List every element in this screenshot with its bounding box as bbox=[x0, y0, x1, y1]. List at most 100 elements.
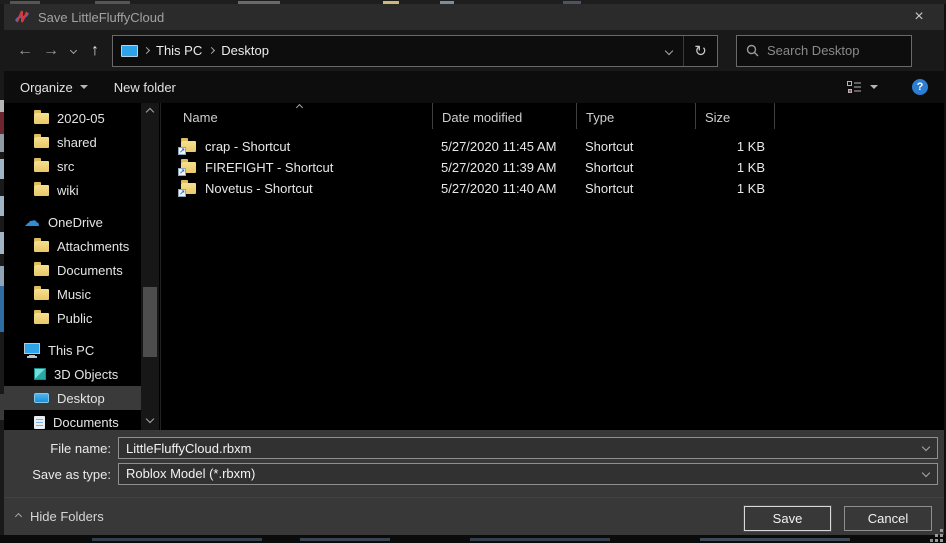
file-list: Name Date modified Type Size ↗ crap - Sh… bbox=[161, 103, 944, 430]
main-content: 2020-05 shared src wiki ☁ OneDrive bbox=[4, 103, 944, 430]
folder-icon bbox=[34, 313, 49, 324]
folder-icon bbox=[34, 289, 49, 300]
document-icon bbox=[34, 416, 45, 429]
date-modified-cell: 5/27/2020 11:45 AM bbox=[432, 139, 576, 154]
save-as-type-select[interactable]: Roblox Model (*.rbxm) bbox=[118, 463, 938, 485]
sidebar-item-music[interactable]: Music bbox=[4, 282, 141, 306]
forward-button[interactable]: → bbox=[38, 38, 64, 64]
sidebar-scrollbar[interactable] bbox=[141, 103, 159, 430]
back-button[interactable]: ← bbox=[12, 38, 38, 64]
sidebar-item-label: OneDrive bbox=[48, 215, 103, 230]
sidebar-item-src[interactable]: src bbox=[4, 154, 141, 178]
scrollbar-thumb[interactable] bbox=[143, 287, 157, 357]
folder-tree-sidebar: 2020-05 shared src wiki ☁ OneDrive bbox=[4, 103, 141, 430]
background-window-sliver-bottom bbox=[0, 535, 946, 543]
sidebar-item-label: Attachments bbox=[57, 239, 129, 254]
title-bar[interactable]: Save LittleFluffyCloud × bbox=[4, 4, 944, 30]
table-row[interactable]: ↗ Novetus - Shortcut 5/27/2020 11:40 AM … bbox=[161, 178, 944, 199]
desktop-icon bbox=[34, 393, 49, 403]
file-name-input[interactable] bbox=[118, 437, 938, 459]
sidebar-item-label: This PC bbox=[48, 343, 94, 358]
file-name-cell: ↗ Novetus - Shortcut bbox=[161, 181, 432, 196]
sidebar-item-2020-05[interactable]: 2020-05 bbox=[4, 106, 141, 130]
file-rows: ↗ crap - Shortcut 5/27/2020 11:45 AM Sho… bbox=[161, 129, 944, 199]
sidebar-item-label: src bbox=[57, 159, 74, 174]
file-name-cell: ↗ crap - Shortcut bbox=[161, 139, 432, 154]
shortcut-arrow-icon: ↗ bbox=[178, 189, 186, 197]
views-dropdown-caret-icon[interactable] bbox=[870, 85, 878, 89]
search-box[interactable] bbox=[736, 35, 912, 67]
close-icon[interactable]: × bbox=[904, 4, 934, 30]
new-folder-button[interactable]: New folder bbox=[114, 80, 176, 95]
background-text-fragment bbox=[92, 538, 262, 541]
background-text-fragment bbox=[300, 538, 390, 541]
save-as-type-value[interactable]: Roblox Model (*.rbxm) bbox=[118, 463, 938, 485]
save-as-type-label: Save as type: bbox=[4, 467, 118, 482]
sidebar-item-label: 2020-05 bbox=[57, 111, 105, 126]
folder-icon bbox=[34, 161, 49, 172]
folder-icon bbox=[34, 185, 49, 196]
sidebar-item-public[interactable]: Public bbox=[4, 306, 141, 330]
shortcut-arrow-icon: ↗ bbox=[178, 168, 186, 176]
background-text-fragment bbox=[700, 538, 850, 541]
date-modified-cell: 5/27/2020 11:40 AM bbox=[432, 181, 576, 196]
this-pc-icon bbox=[121, 45, 138, 57]
help-icon[interactable]: ? bbox=[912, 79, 928, 95]
sidebar-item-label: 3D Objects bbox=[54, 367, 118, 382]
sidebar-item-documents[interactable]: Documents bbox=[4, 258, 141, 282]
file-name-label: File name: bbox=[4, 441, 118, 456]
file-name: FIREFIGHT - Shortcut bbox=[205, 160, 333, 175]
scroll-down-icon[interactable] bbox=[146, 415, 154, 423]
sidebar-item-label: Public bbox=[57, 311, 92, 326]
size-cell: 1 KB bbox=[695, 181, 775, 196]
breadcrumb-this-pc[interactable]: This PC bbox=[149, 36, 209, 66]
refresh-button[interactable]: ↻ bbox=[684, 36, 717, 66]
address-dropdown-button[interactable] bbox=[655, 36, 683, 66]
breadcrumb-desktop[interactable]: Desktop bbox=[214, 36, 276, 66]
file-name: Novetus - Shortcut bbox=[205, 181, 313, 196]
type-cell: Shortcut bbox=[576, 181, 695, 196]
hide-folders-button[interactable]: Hide Folders bbox=[16, 509, 104, 524]
column-header-date-modified[interactable]: Date modified bbox=[432, 103, 576, 129]
sidebar-item-attachments[interactable]: Attachments bbox=[4, 234, 141, 258]
sidebar-item-wiki[interactable]: wiki bbox=[4, 178, 141, 202]
views-icon[interactable] bbox=[847, 81, 862, 94]
sidebar-item-desktop[interactable]: Desktop bbox=[4, 386, 141, 410]
onedrive-cloud-icon: ☁ bbox=[24, 215, 40, 229]
up-button[interactable]: ↑ bbox=[82, 38, 108, 64]
address-bar[interactable]: This PC Desktop ↻ bbox=[112, 35, 718, 67]
sidebar-item-label: wiki bbox=[57, 183, 79, 198]
recent-locations-button[interactable] bbox=[64, 38, 82, 64]
column-header-size[interactable]: Size bbox=[695, 103, 775, 129]
column-header-type[interactable]: Type bbox=[576, 103, 695, 129]
search-input[interactable] bbox=[767, 43, 897, 58]
folder-icon bbox=[34, 137, 49, 148]
chevron-up-icon bbox=[15, 513, 22, 520]
sidebar-item-shared[interactable]: shared bbox=[4, 130, 141, 154]
sidebar-item-documents-pc[interactable]: Documents bbox=[4, 410, 141, 430]
table-row[interactable]: ↗ FIREFIGHT - Shortcut 5/27/2020 11:39 A… bbox=[161, 157, 944, 178]
table-row[interactable]: ↗ crap - Shortcut 5/27/2020 11:45 AM Sho… bbox=[161, 136, 944, 157]
resize-grip[interactable] bbox=[929, 529, 943, 542]
search-icon bbox=[746, 44, 759, 57]
column-headers: Name Date modified Type Size bbox=[161, 103, 944, 129]
shortcut-arrow-icon: ↗ bbox=[178, 147, 186, 155]
size-cell: 1 KB bbox=[695, 160, 775, 175]
background-text-fragment bbox=[470, 538, 610, 541]
sidebar-item-onedrive[interactable]: ☁ OneDrive bbox=[4, 210, 141, 234]
organize-label: Organize bbox=[20, 80, 73, 95]
screen: Save LittleFluffyCloud × ← → ↑ This PC D… bbox=[0, 0, 946, 543]
filename-panel: File name: Save as type: Roblox Model (*… bbox=[4, 430, 944, 497]
folder-icon bbox=[34, 241, 49, 252]
toolbar-right: ? bbox=[847, 79, 928, 95]
sidebar-item-3d-objects[interactable]: 3D Objects bbox=[4, 362, 141, 386]
folder-icon bbox=[34, 113, 49, 124]
sidebar-item-this-pc[interactable]: This PC bbox=[4, 338, 141, 362]
date-modified-cell: 5/27/2020 11:39 AM bbox=[432, 160, 576, 175]
cancel-button[interactable]: Cancel bbox=[844, 506, 932, 531]
window-title: Save LittleFluffyCloud bbox=[38, 10, 896, 25]
organize-button[interactable]: Organize bbox=[20, 80, 88, 95]
scroll-up-icon[interactable] bbox=[146, 108, 154, 116]
save-button[interactable]: Save bbox=[744, 506, 831, 531]
chevron-down-icon bbox=[69, 47, 76, 54]
